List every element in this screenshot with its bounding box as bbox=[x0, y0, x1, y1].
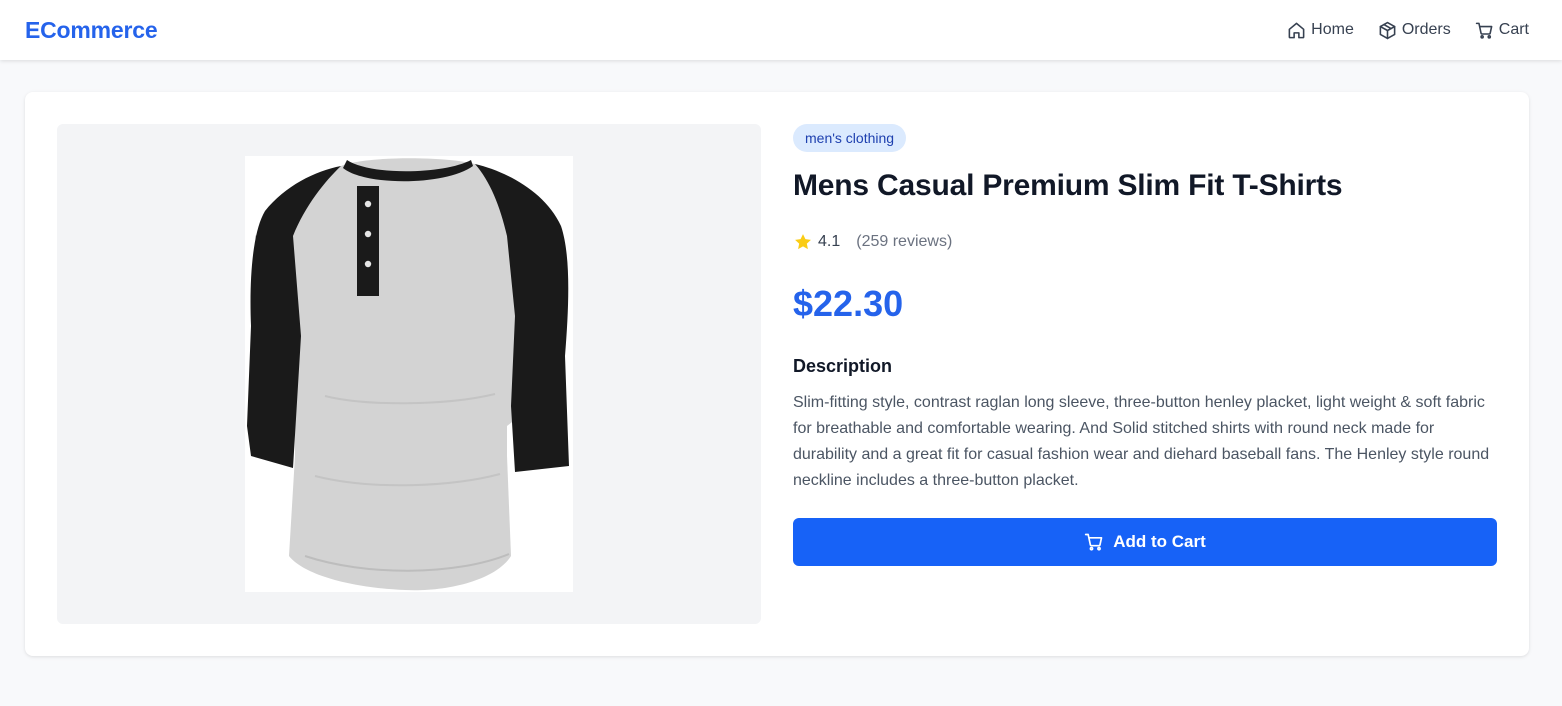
description-heading: Description bbox=[793, 356, 893, 376]
add-to-cart-label: Add to Cart bbox=[1113, 532, 1206, 551]
nav-cart-label: Cart bbox=[1498, 21, 1529, 38]
brand-logo-link[interactable]: ECommerce bbox=[25, 17, 158, 44]
product-title: Mens Casual Premium Slim Fit T-Shirts bbox=[793, 169, 1343, 202]
category-badge: men's clothing bbox=[793, 124, 907, 152]
star-icon bbox=[793, 232, 813, 252]
cart-icon bbox=[1475, 21, 1494, 40]
product-detail-card: men's clothing Mens Casual Premium Slim … bbox=[25, 92, 1529, 656]
add-to-cart-button[interactable]: Add to Cart bbox=[793, 518, 1497, 566]
nav-links: Home Orders Cart bbox=[1287, 21, 1529, 40]
review-count: (259 reviews) bbox=[856, 233, 953, 250]
package-icon bbox=[1378, 21, 1397, 40]
cart-icon bbox=[1084, 532, 1104, 552]
product-info: men's clothing Mens Casual Premium Slim … bbox=[793, 124, 1497, 566]
product-image bbox=[245, 156, 573, 592]
rating-row: 4.1 (259 reviews) bbox=[793, 230, 1497, 254]
top-navbar: ECommerce Home Orders Cart bbox=[0, 0, 1562, 60]
nav-orders-label: Orders bbox=[1401, 21, 1451, 38]
nav-orders-link[interactable]: Orders bbox=[1378, 21, 1451, 40]
nav-home-link[interactable]: Home bbox=[1287, 21, 1354, 40]
product-description: Slim-fitting style, contrast raglan long… bbox=[793, 394, 1490, 489]
product-image-panel bbox=[57, 124, 761, 624]
product-price: $22.30 bbox=[793, 283, 904, 324]
home-icon bbox=[1287, 21, 1306, 40]
rating-value: 4.1 bbox=[818, 233, 841, 250]
nav-cart-link[interactable]: Cart bbox=[1475, 21, 1529, 40]
nav-home-label: Home bbox=[1311, 21, 1354, 38]
